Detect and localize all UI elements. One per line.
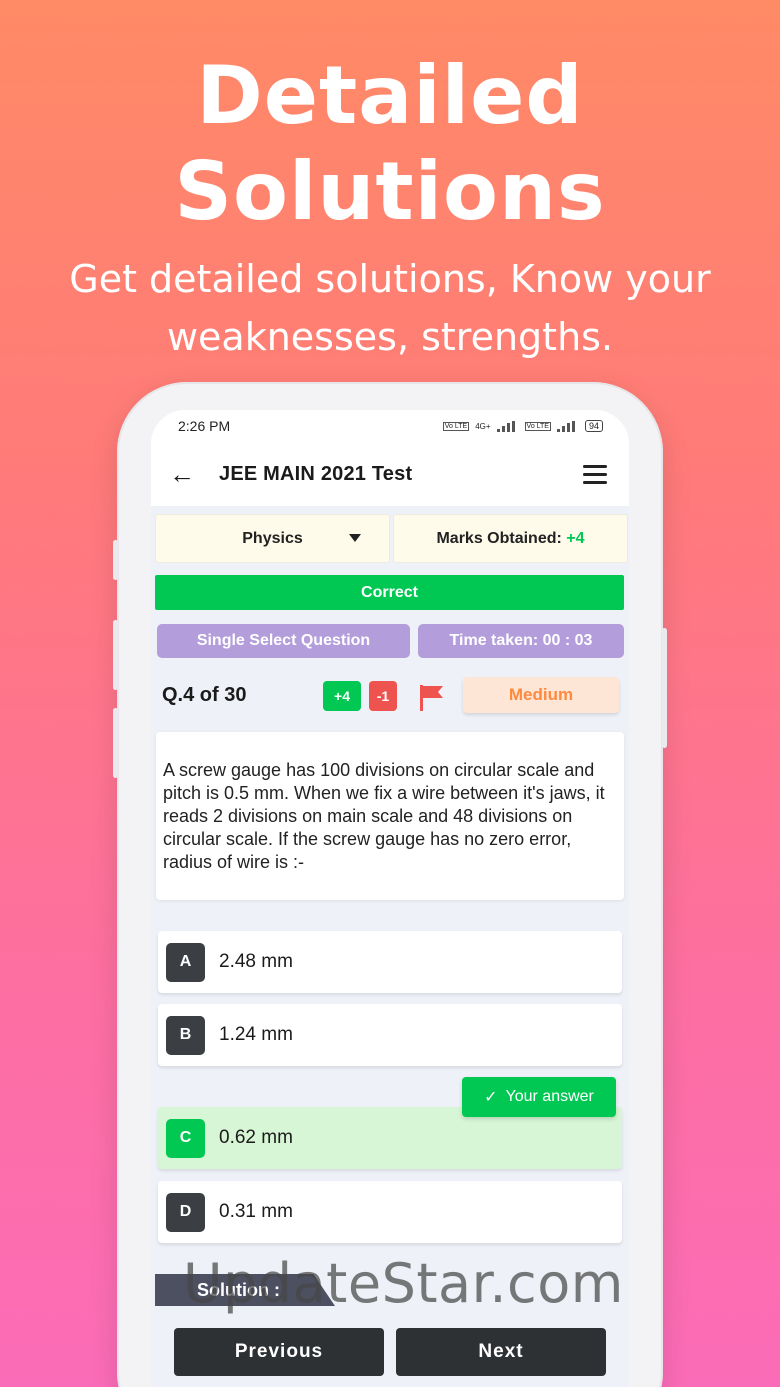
status-bar: 2:26 PM Vo LTE 4G+ Vo LTE 94 [151, 410, 629, 442]
check-icon: ✓ [484, 1089, 498, 1106]
promo-title-line1: Detailed [196, 49, 584, 142]
menu-icon[interactable] [583, 464, 607, 484]
battery-icon: 94 [584, 420, 603, 432]
marks-value: +4 [566, 529, 585, 547]
flag-icon[interactable] [419, 684, 445, 712]
phone-side-button [113, 708, 118, 778]
difficulty-badge: Medium [463, 677, 619, 713]
signal-icon [556, 420, 579, 432]
subject-dropdown[interactable]: Physics [155, 514, 390, 563]
marks-label: Marks Obtained: [436, 529, 562, 547]
previous-button[interactable]: Previous [174, 1328, 384, 1376]
page-title: JEE MAIN 2021 Test [219, 462, 413, 485]
promo-subtitle: Get detailed solutions, Know your weakne… [20, 250, 760, 366]
option-a[interactable]: A 2.48 mm [158, 931, 622, 993]
phone-side-button [113, 620, 118, 690]
back-arrow-icon[interactable]: ← [169, 459, 201, 490]
volte-icon: Vo LTE [442, 421, 470, 431]
negative-marks-badge: -1 [369, 681, 397, 711]
your-answer-label: Your answer [505, 1088, 594, 1105]
time-taken-badge: Time taken: 00 : 03 [418, 624, 624, 658]
app-bar: ← JEE MAIN 2021 Test [151, 442, 629, 506]
option-letter: C [166, 1118, 205, 1158]
option-text: 2.48 mm [219, 951, 293, 972]
question-text: A screw gauge has 100 divisions on circu… [156, 732, 624, 900]
option-letter: B [166, 1015, 205, 1055]
promo-title-line2: Solutions [174, 145, 606, 238]
promo-subtitle-line2: weaknesses, strengths. [166, 315, 614, 359]
phone-side-button [113, 540, 118, 580]
option-b[interactable]: B 1.24 mm [158, 1004, 622, 1066]
option-text: 0.31 mm [219, 1201, 293, 1222]
volte-icon: Vo LTE [524, 421, 551, 431]
option-d[interactable]: D 0.31 mm [158, 1181, 622, 1243]
next-button[interactable]: Next [396, 1328, 606, 1376]
network-type-label: 4G+ [475, 421, 491, 431]
promo-subtitle-line1: Get detailed solutions, Know your [69, 257, 711, 301]
option-letter: A [166, 942, 205, 982]
positive-marks-badge: +4 [323, 681, 361, 711]
marks-obtained: Marks Obtained: +4 [393, 514, 628, 563]
option-text: 1.24 mm [219, 1024, 293, 1045]
watermark: UpdateStar.com [183, 1252, 624, 1315]
promo-title: Detailed Solutions [0, 48, 780, 240]
question-type-badge: Single Select Question [157, 624, 410, 658]
dropdown-arrow-icon [349, 534, 361, 542]
app-screen: 2:26 PM Vo LTE 4G+ Vo LTE 94 ← JEE MAIN … [151, 410, 629, 1387]
status-time: 2:26 PM [178, 418, 231, 434]
your-answer-tag: ✓ Your answer [462, 1077, 616, 1117]
question-number: Q.4 of 30 [162, 684, 247, 706]
option-letter: D [166, 1192, 205, 1232]
question-header: Q.4 of 30 +4 -1 Medium [151, 676, 629, 720]
result-status-bar: Correct [155, 575, 624, 610]
subject-label: Physics [242, 529, 303, 547]
status-icons: Vo LTE 4G+ Vo LTE 94 [442, 420, 603, 432]
phone-side-button [662, 628, 667, 748]
option-text: 0.62 mm [219, 1127, 293, 1148]
signal-icon [496, 420, 519, 432]
